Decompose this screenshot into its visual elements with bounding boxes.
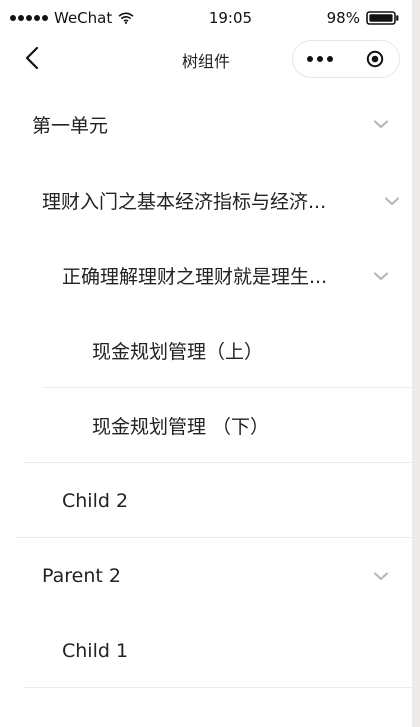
status-right: 98% — [327, 9, 400, 27]
tree-item-label: 第一单元 — [32, 114, 109, 137]
battery-icon — [366, 10, 400, 26]
tree-item-label: 现金规划管理（上） — [92, 341, 264, 363]
signal-icon — [10, 15, 48, 21]
page-title: 树组件 — [181, 52, 230, 71]
back-icon — [23, 46, 41, 74]
tree-item-label: Child 2 — [62, 489, 129, 512]
navigation-bar: 树组件 — [0, 36, 412, 84]
back-button[interactable] — [18, 46, 46, 74]
tree-item-label: 理财入门之基本经济指标与经济... — [42, 191, 327, 213]
chevron-down-icon — [372, 115, 390, 133]
tree-item-label: 正确理解理财之理财就是理生... — [62, 266, 328, 288]
wifi-icon — [118, 12, 134, 24]
tree-item-cash-plan-lower[interactable]: 现金规划管理 （下） — [0, 388, 412, 463]
chevron-down-icon — [383, 192, 401, 210]
tree-item-parent-2[interactable]: Parent 2 — [0, 538, 412, 613]
tree-item-label: 现金规划管理 （下） — [92, 416, 270, 438]
status-bar: WeChat 19:05 98% — [0, 0, 412, 36]
tree-item-label: Parent 2 — [42, 564, 121, 587]
more-icon[interactable] — [307, 56, 333, 62]
row-divider — [24, 687, 412, 688]
tree-item-unit-1[interactable]: 第一单元 — [0, 85, 412, 163]
tree-item-label: Child 1 — [62, 639, 129, 662]
tree-item-child-2[interactable]: Child 2 — [0, 463, 412, 538]
tree-list: 第一单元 理财入门之基本经济指标与经济... 正确理解理财之理财就是理生... — [0, 85, 412, 688]
close-mini-program-icon[interactable] — [365, 49, 385, 69]
chevron-down-icon — [372, 267, 390, 285]
chevron-down-icon — [372, 567, 390, 585]
carrier-label: WeChat — [54, 9, 113, 27]
tree-item-economics-basics[interactable]: 理财入门之基本经济指标与经济... — [0, 163, 412, 238]
tree-item-cash-plan-upper[interactable]: 现金规划管理（上） — [0, 313, 412, 388]
mini-program-capsule — [292, 40, 400, 78]
status-left: WeChat — [10, 9, 134, 27]
battery-percent: 98% — [326, 9, 360, 27]
phone-screen: WeChat 19:05 98% 树组件 第一单元 理财入门之基本经济指标与经济… — [0, 0, 412, 727]
tree-item-child-1[interactable]: Child 1 — [0, 613, 412, 688]
status-time: 19:05 — [208, 9, 253, 27]
tree-item-understand-finance[interactable]: 正确理解理财之理财就是理生... — [0, 238, 412, 313]
